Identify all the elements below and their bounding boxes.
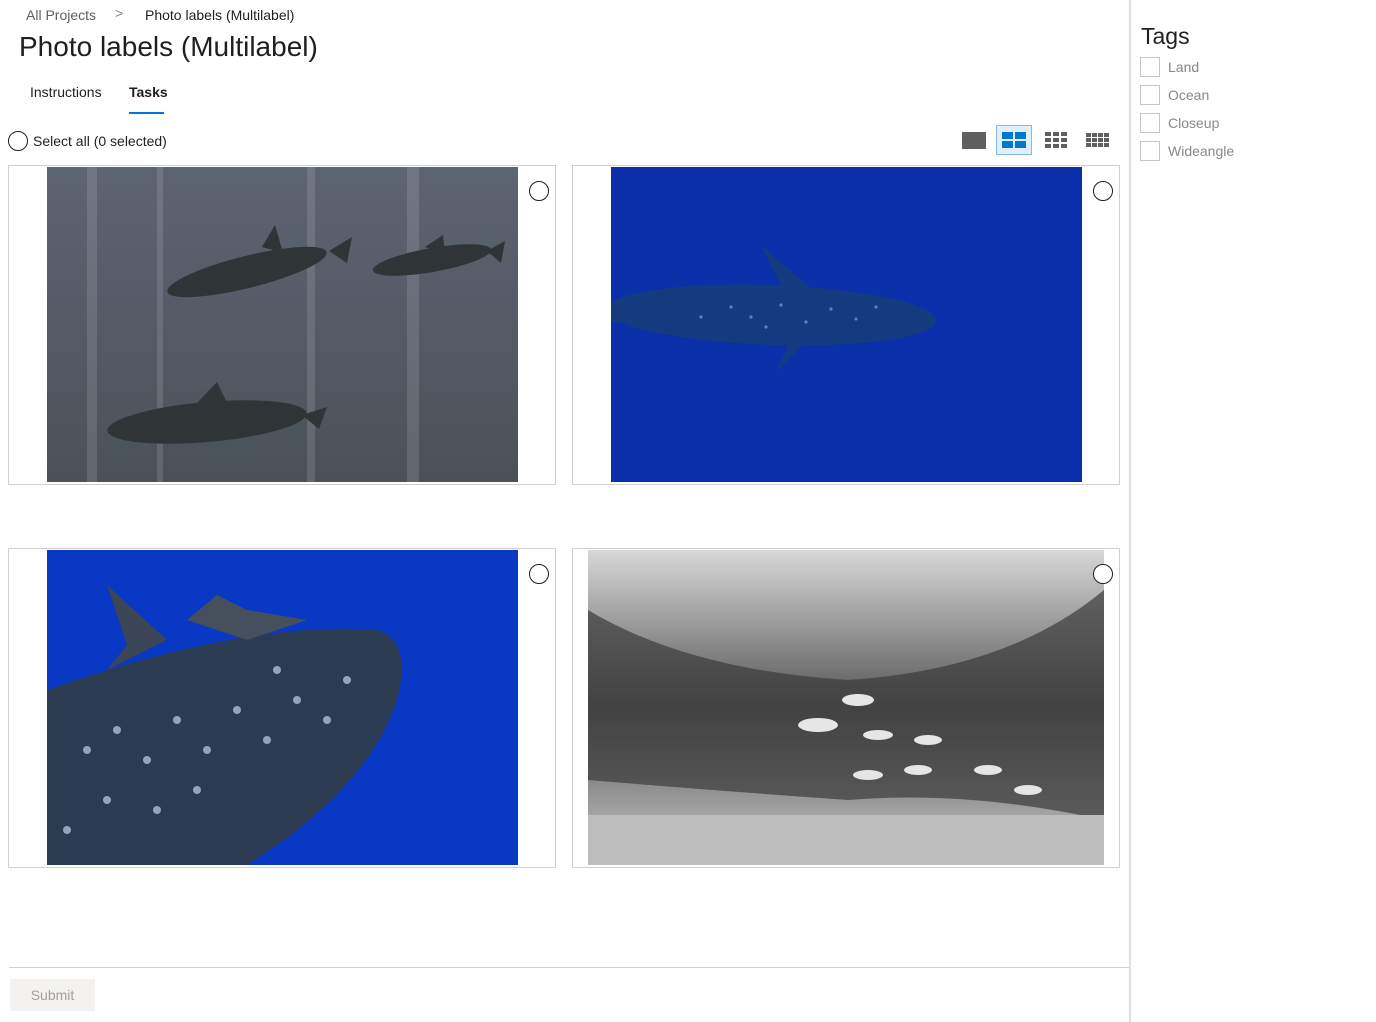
checkbox-icon[interactable] [1140,85,1160,105]
tag-label: Ocean [1168,87,1210,103]
page-title: Photo labels (Multilabel) [19,31,318,62]
checkbox-icon[interactable] [1140,141,1160,161]
breadcrumb-chevron-icon: > [115,5,124,21]
breadcrumb-current-project: Photo labels (Multilabel) [145,7,295,23]
checkbox-icon[interactable] [1140,57,1160,77]
select-all-label: Select all (0 selected) [33,133,167,149]
single-view-icon [962,131,986,149]
view-4x4-button[interactable] [1079,125,1115,155]
active-tab-indicator [129,112,164,114]
image-whale-shark[interactable] [611,167,1082,482]
tag-land[interactable]: Land [1140,57,1199,77]
tags-title: Tags [1141,23,1190,49]
tags-panel: Tags Land Ocean Closeup Wideangle [1131,0,1376,1022]
select-all-radio-icon[interactable] [8,131,28,151]
view-2x2-button[interactable] [996,125,1032,155]
select-all-toggle[interactable]: Select all (0 selected) [8,130,167,152]
grid-2x2-icon [1002,132,1026,148]
view-single-button[interactable] [956,125,992,155]
grid-3x3-icon [1045,132,1067,148]
image-select-radio[interactable] [1093,564,1113,584]
submit-button[interactable]: Submit [10,979,95,1011]
checkbox-icon[interactable] [1140,113,1160,133]
breadcrumb-all-projects[interactable]: All Projects [26,7,96,23]
image-select-radio[interactable] [529,181,549,201]
footer-divider [9,967,1129,968]
image-fish-school[interactable] [588,550,1104,865]
tag-closeup[interactable]: Closeup [1140,113,1219,133]
image-select-radio[interactable] [529,564,549,584]
tag-label: Land [1168,59,1200,75]
tab-tasks[interactable]: Tasks [129,84,168,110]
labeling-main-area: All Projects > Photo labels (Multilabel)… [0,0,1129,1022]
view-3x3-button[interactable] [1038,125,1074,155]
tab-instructions[interactable]: Instructions [30,84,102,110]
tag-ocean[interactable]: Ocean [1140,85,1209,105]
image-card[interactable] [8,548,556,868]
tag-label: Wideangle [1168,143,1235,159]
image-whale-shark-closeup[interactable] [47,550,518,865]
image-card[interactable] [572,165,1120,485]
image-card[interactable] [572,548,1120,868]
image-dolphins[interactable] [47,167,518,482]
tag-label: Closeup [1168,115,1220,131]
image-card[interactable] [8,165,556,485]
image-select-radio[interactable] [1093,181,1113,201]
grid-4x4-icon [1085,133,1109,147]
tag-wideangle[interactable]: Wideangle [1140,141,1234,161]
